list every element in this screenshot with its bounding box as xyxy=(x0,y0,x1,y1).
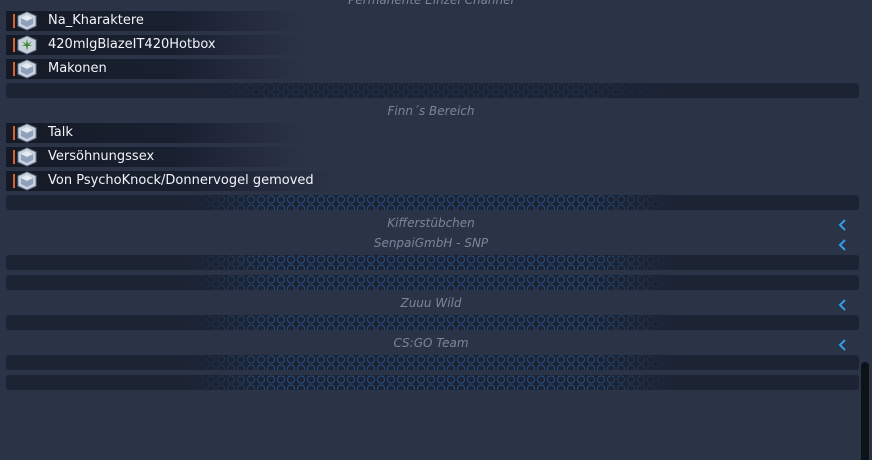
channel-icon xyxy=(16,147,38,167)
group-header-csgo-team[interactable]: CS:GO Team xyxy=(0,335,862,351)
group-header-permanente-einzel-channel[interactable]: Permanente Einzel Channel xyxy=(0,0,862,8)
channel-icon xyxy=(16,171,38,191)
channel-row[interactable]: 420mlgBlazeIT420Hotbox xyxy=(6,35,306,55)
weed-channel-icon xyxy=(16,35,38,55)
chevron-left-icon[interactable] xyxy=(836,337,850,351)
channel-icon xyxy=(16,11,38,31)
channel-marker xyxy=(13,38,15,52)
spacer-bar xyxy=(6,195,859,210)
group-header-senpaigmbh-snp[interactable]: SenpaiGmbH - SNP xyxy=(0,235,862,251)
channel-name: Na_Kharaktere xyxy=(48,13,144,28)
channel-marker xyxy=(13,174,15,188)
channel-marker xyxy=(13,126,15,140)
scrollbar-thumb[interactable] xyxy=(861,362,869,460)
channel-name: Versöhnungssex xyxy=(48,149,155,164)
group-header-kifferstuebchen[interactable]: Kifferstübchen xyxy=(0,215,862,231)
chevron-left-icon[interactable] xyxy=(836,297,850,311)
channel-marker xyxy=(13,62,15,76)
channel-marker xyxy=(13,14,15,28)
channel-name: Makonen xyxy=(48,61,107,76)
channel-row[interactable]: Na_Kharaktere xyxy=(6,11,306,31)
group-header-finns-bereich[interactable]: Finn´s Bereich xyxy=(0,103,862,119)
group-header-zuuu-wild[interactable]: Zuuu Wild xyxy=(0,295,862,311)
channel-name: 420mlgBlazeIT420Hotbox xyxy=(48,37,216,52)
spacer-bar xyxy=(6,375,859,390)
spacer-bar xyxy=(6,255,859,270)
channel-row[interactable]: Talk xyxy=(6,123,306,143)
channel-name: Talk xyxy=(48,125,73,140)
channel-row[interactable]: Von PsychoKnock/Donnervogel gemoved xyxy=(6,171,336,191)
channel-icon xyxy=(16,59,38,79)
spacer-bar xyxy=(6,275,859,290)
spacer-bar xyxy=(6,83,859,98)
channel-marker xyxy=(13,150,15,164)
spacer-bar xyxy=(6,355,859,370)
channel-name: Von PsychoKnock/Donnervogel gemoved xyxy=(48,173,314,188)
chevron-left-icon[interactable] xyxy=(836,217,850,231)
channel-row[interactable]: Makonen xyxy=(6,59,306,79)
spacer-bar xyxy=(6,315,859,330)
channel-icon xyxy=(16,123,38,143)
channel-row[interactable]: Versöhnungssex xyxy=(6,147,306,167)
chevron-left-icon[interactable] xyxy=(836,237,850,251)
